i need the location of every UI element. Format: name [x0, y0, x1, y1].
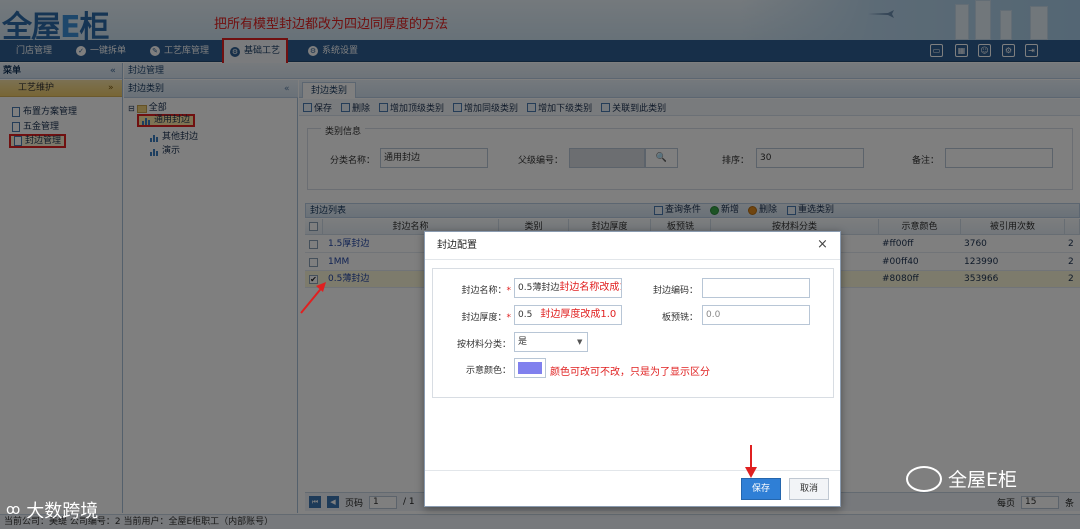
edge-config-dialog: 封边配置 × 封边名称：* 0.5薄封边封边名称改成1mm 封边编码： 封边厚度…	[424, 231, 841, 507]
dialog-footer-divider	[425, 470, 840, 471]
color-label: 示意颜色：	[465, 366, 511, 376]
close-icon[interactable]: ×	[817, 238, 828, 252]
watermark-logo-icon: ꝏ	[6, 502, 21, 518]
edge-code-label: 封边编码：	[652, 286, 698, 296]
edge-thickness-input[interactable]: 0.5 封边厚度改成1.0	[514, 305, 622, 325]
edge-name-input[interactable]: 0.5薄封边封边名称改成1mm	[514, 278, 622, 298]
name-annotation: 封边名称改成1mm	[559, 282, 621, 293]
edge-name-label: 封边名称：*	[461, 286, 511, 296]
edge-thickness-label: 封边厚度：*	[461, 313, 511, 323]
color-annotation: 颜色可改可不改，只是为了显示区分	[550, 367, 710, 378]
watermark-left: ꝏ 大数跨境	[6, 501, 99, 522]
by-material-label: 按材料分类：	[456, 340, 511, 350]
wechat-icon	[906, 465, 942, 492]
premill-input[interactable]: 0.0	[702, 305, 810, 325]
color-picker[interactable]	[514, 358, 546, 378]
color-swatch	[518, 362, 542, 374]
dialog-cancel-button[interactable]: 取消	[789, 478, 829, 500]
dropdown-arrow-icon: ▼	[577, 338, 583, 346]
watermark-right: 全屋E柜	[906, 465, 1017, 492]
dialog-title: 封边配置	[425, 232, 840, 260]
annotation-arrow-down-icon	[745, 445, 757, 478]
thickness-annotation: 封边厚度改成1.0	[540, 309, 617, 320]
by-material-select[interactable]: 是 ▼	[514, 332, 588, 352]
premill-label: 板预铣：	[661, 313, 698, 323]
edge-code-input[interactable]	[702, 278, 810, 298]
dialog-save-button[interactable]: 保存	[741, 478, 781, 500]
annotation-arrow-icon	[300, 282, 326, 314]
